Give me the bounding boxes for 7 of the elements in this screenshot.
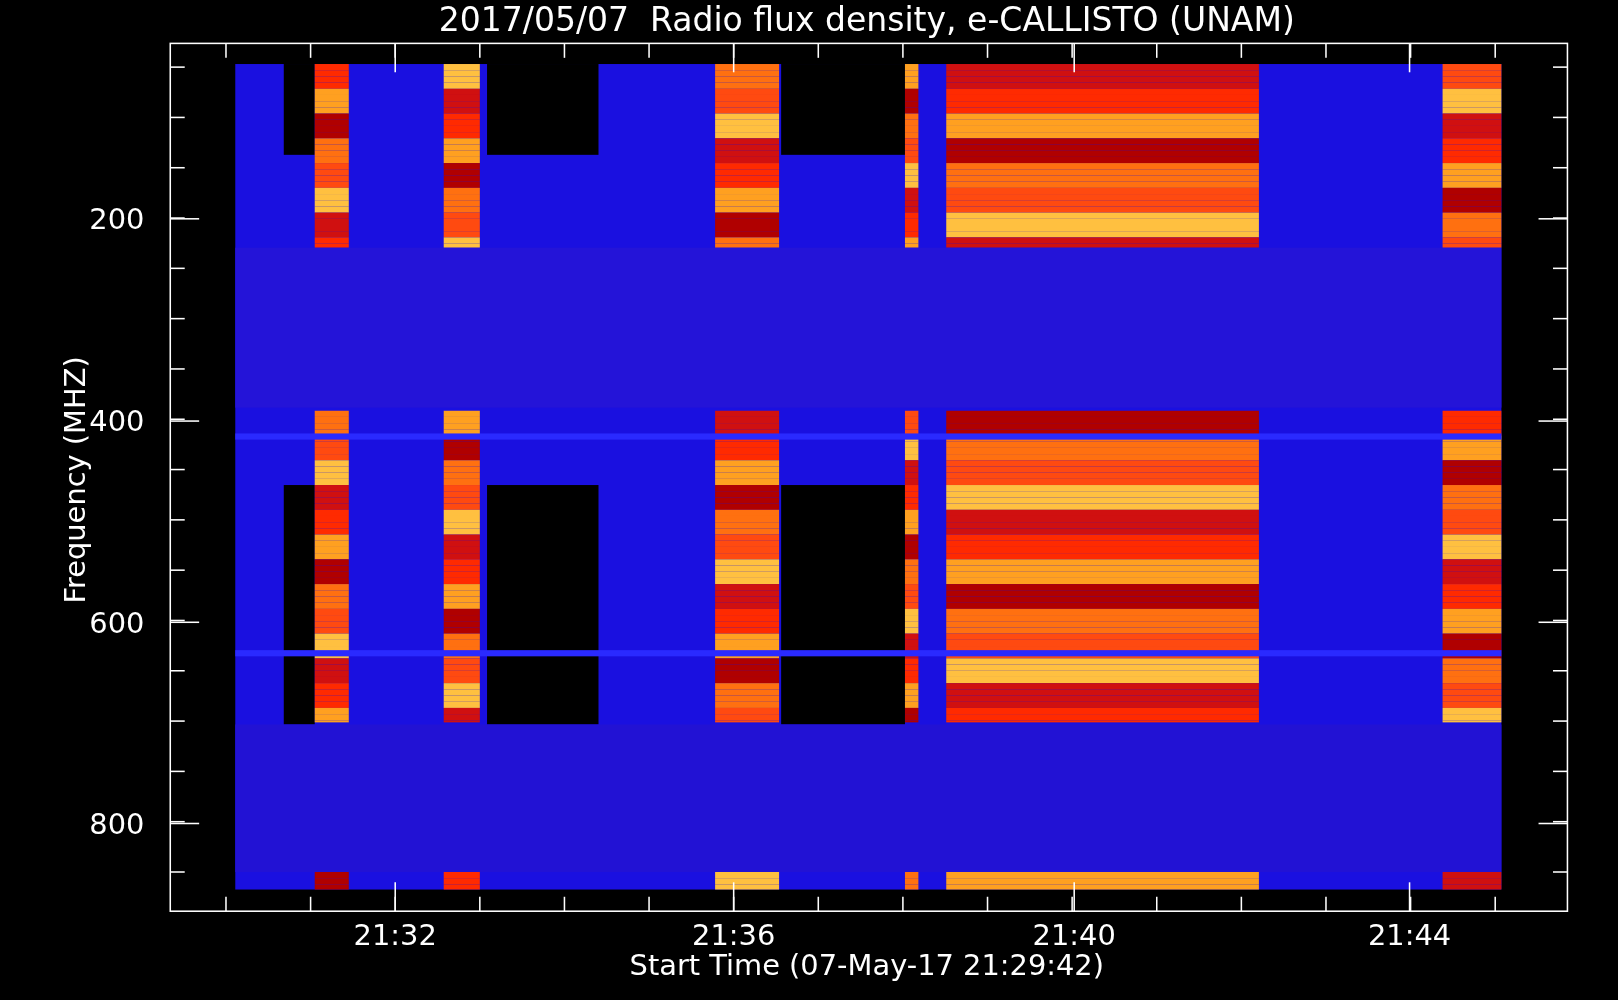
y-tick-label: 800 <box>89 806 145 841</box>
y-tick-label: 200 <box>89 202 145 237</box>
x-tick-label: 21:32 <box>353 918 437 953</box>
y-tick-label: 600 <box>89 605 145 640</box>
x-tick-label: 21:44 <box>1367 918 1452 953</box>
y-tick-label: 400 <box>89 404 145 439</box>
plot-title: 2017/05/07 Radio flux density, e-CALLISTO (UNAM) <box>438 0 1295 39</box>
